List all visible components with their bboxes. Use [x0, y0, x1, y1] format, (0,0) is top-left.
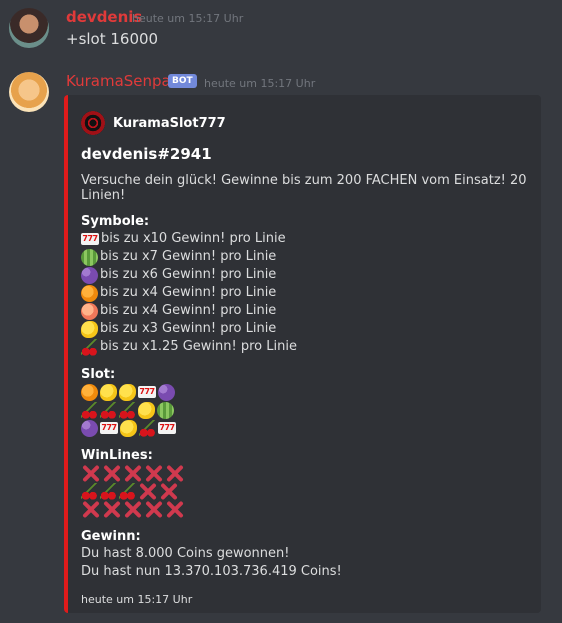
sharingan-icon — [81, 111, 105, 135]
field-slot-label: Slot: — [81, 367, 116, 382]
x-icon — [138, 482, 157, 501]
grapes-icon — [81, 419, 98, 437]
username[interactable]: devdenis — [66, 8, 142, 26]
winline-row — [81, 464, 531, 482]
balance-line: Du hast nun 13.370.103.736.419 Coins! — [81, 564, 342, 579]
slot-row — [81, 419, 531, 437]
cherries-icon — [119, 482, 136, 500]
symbol-text: bis zu x1.25 Gewinn! pro Linie — [100, 339, 297, 354]
symbol-text: bis zu x7 Gewinn! pro Linie — [100, 249, 277, 264]
symbol-row: bis zu x4 Gewinn! pro Linie — [81, 284, 531, 302]
embed-title: devdenis#2941 — [81, 145, 212, 163]
embed-author-name: KuramaSlot777 — [113, 115, 226, 131]
field-symbols-label: Symbole: — [81, 214, 150, 229]
symbol-text: bis zu x6 Gewinn! pro Linie — [100, 267, 277, 282]
lemon-icon — [119, 383, 136, 401]
tangerine-icon — [81, 383, 98, 401]
x-icon — [81, 464, 100, 483]
lemon-icon — [100, 383, 117, 401]
symbol-row: bis zu x4 Gewinn! pro Linie — [81, 302, 531, 320]
winlines-grid — [81, 464, 531, 518]
peach-icon — [81, 302, 98, 320]
symbols-list: bis zu x10 Gewinn! pro Linie bis zu x7 Ge… — [81, 230, 531, 356]
cherries-icon — [81, 482, 98, 500]
slot-grid — [81, 383, 531, 437]
symbol-row: bis zu x1.25 Gewinn! pro Linie — [81, 338, 531, 356]
embed-description: Versuche dein glück! Gewinne bis zum 200… — [81, 173, 527, 203]
symbol-text: bis zu x10 Gewinn! pro Linie — [101, 231, 286, 246]
seven-icon — [158, 422, 176, 434]
bot-username[interactable]: KuramaSenpai — [66, 72, 175, 90]
symbol-text: bis zu x3 Gewinn! pro Linie — [100, 321, 277, 336]
cherries-icon — [139, 419, 156, 437]
x-icon — [144, 500, 163, 519]
seven-icon — [81, 233, 99, 245]
message-timestamp: heute um 15:17 Uhr — [132, 12, 244, 25]
winline-row — [81, 500, 531, 518]
bot-badge: BOT — [168, 74, 197, 88]
cherries-icon — [100, 482, 117, 500]
grapes-icon — [158, 383, 175, 401]
cherries-icon — [100, 401, 117, 419]
embed-author: KuramaSlot777 — [81, 111, 531, 135]
x-icon — [123, 464, 142, 483]
lemon-icon — [120, 419, 137, 437]
cherries-icon — [81, 338, 98, 356]
message-content: +slot 16000 — [66, 30, 159, 48]
slot-row — [81, 383, 531, 401]
x-icon — [123, 500, 142, 519]
tangerine-icon — [81, 284, 98, 302]
user-avatar[interactable] — [9, 8, 49, 48]
symbol-row: bis zu x6 Gewinn! pro Linie — [81, 266, 531, 284]
melon-icon — [81, 248, 98, 266]
cherries-icon — [119, 401, 136, 419]
gewinn-line: Du hast 8.000 Coins gewonnen! — [81, 546, 290, 561]
x-icon — [144, 464, 163, 483]
winline-row — [81, 482, 531, 500]
grapes-icon — [81, 266, 98, 284]
symbol-row: bis zu x7 Gewinn! pro Linie — [81, 248, 531, 266]
field-winlines-label: WinLines: — [81, 448, 153, 463]
x-icon — [81, 500, 100, 519]
symbol-row: bis zu x3 Gewinn! pro Linie — [81, 320, 531, 338]
field-gewinn-label: Gewinn: — [81, 529, 141, 544]
symbol-row: bis zu x10 Gewinn! pro Linie — [81, 230, 531, 248]
seven-icon — [138, 386, 156, 398]
x-icon — [159, 482, 178, 501]
x-icon — [165, 500, 184, 519]
embed-footer-timestamp: heute um 15:17 Uhr — [81, 593, 193, 606]
x-icon — [102, 464, 121, 483]
x-icon — [165, 464, 184, 483]
bot-avatar[interactable] — [9, 72, 49, 112]
x-icon — [102, 500, 121, 519]
seven-icon — [100, 422, 118, 434]
lemon-icon — [138, 401, 155, 419]
lemon-icon — [81, 320, 98, 338]
slot-row — [81, 401, 531, 419]
embed: KuramaSlot777 devdenis#2941 Versuche dei… — [64, 95, 541, 613]
cherries-icon — [81, 401, 98, 419]
melon-icon — [157, 401, 174, 419]
message-timestamp: heute um 15:17 Uhr — [204, 77, 316, 90]
symbol-text: bis zu x4 Gewinn! pro Linie — [100, 303, 277, 318]
symbol-text: bis zu x4 Gewinn! pro Linie — [100, 285, 277, 300]
